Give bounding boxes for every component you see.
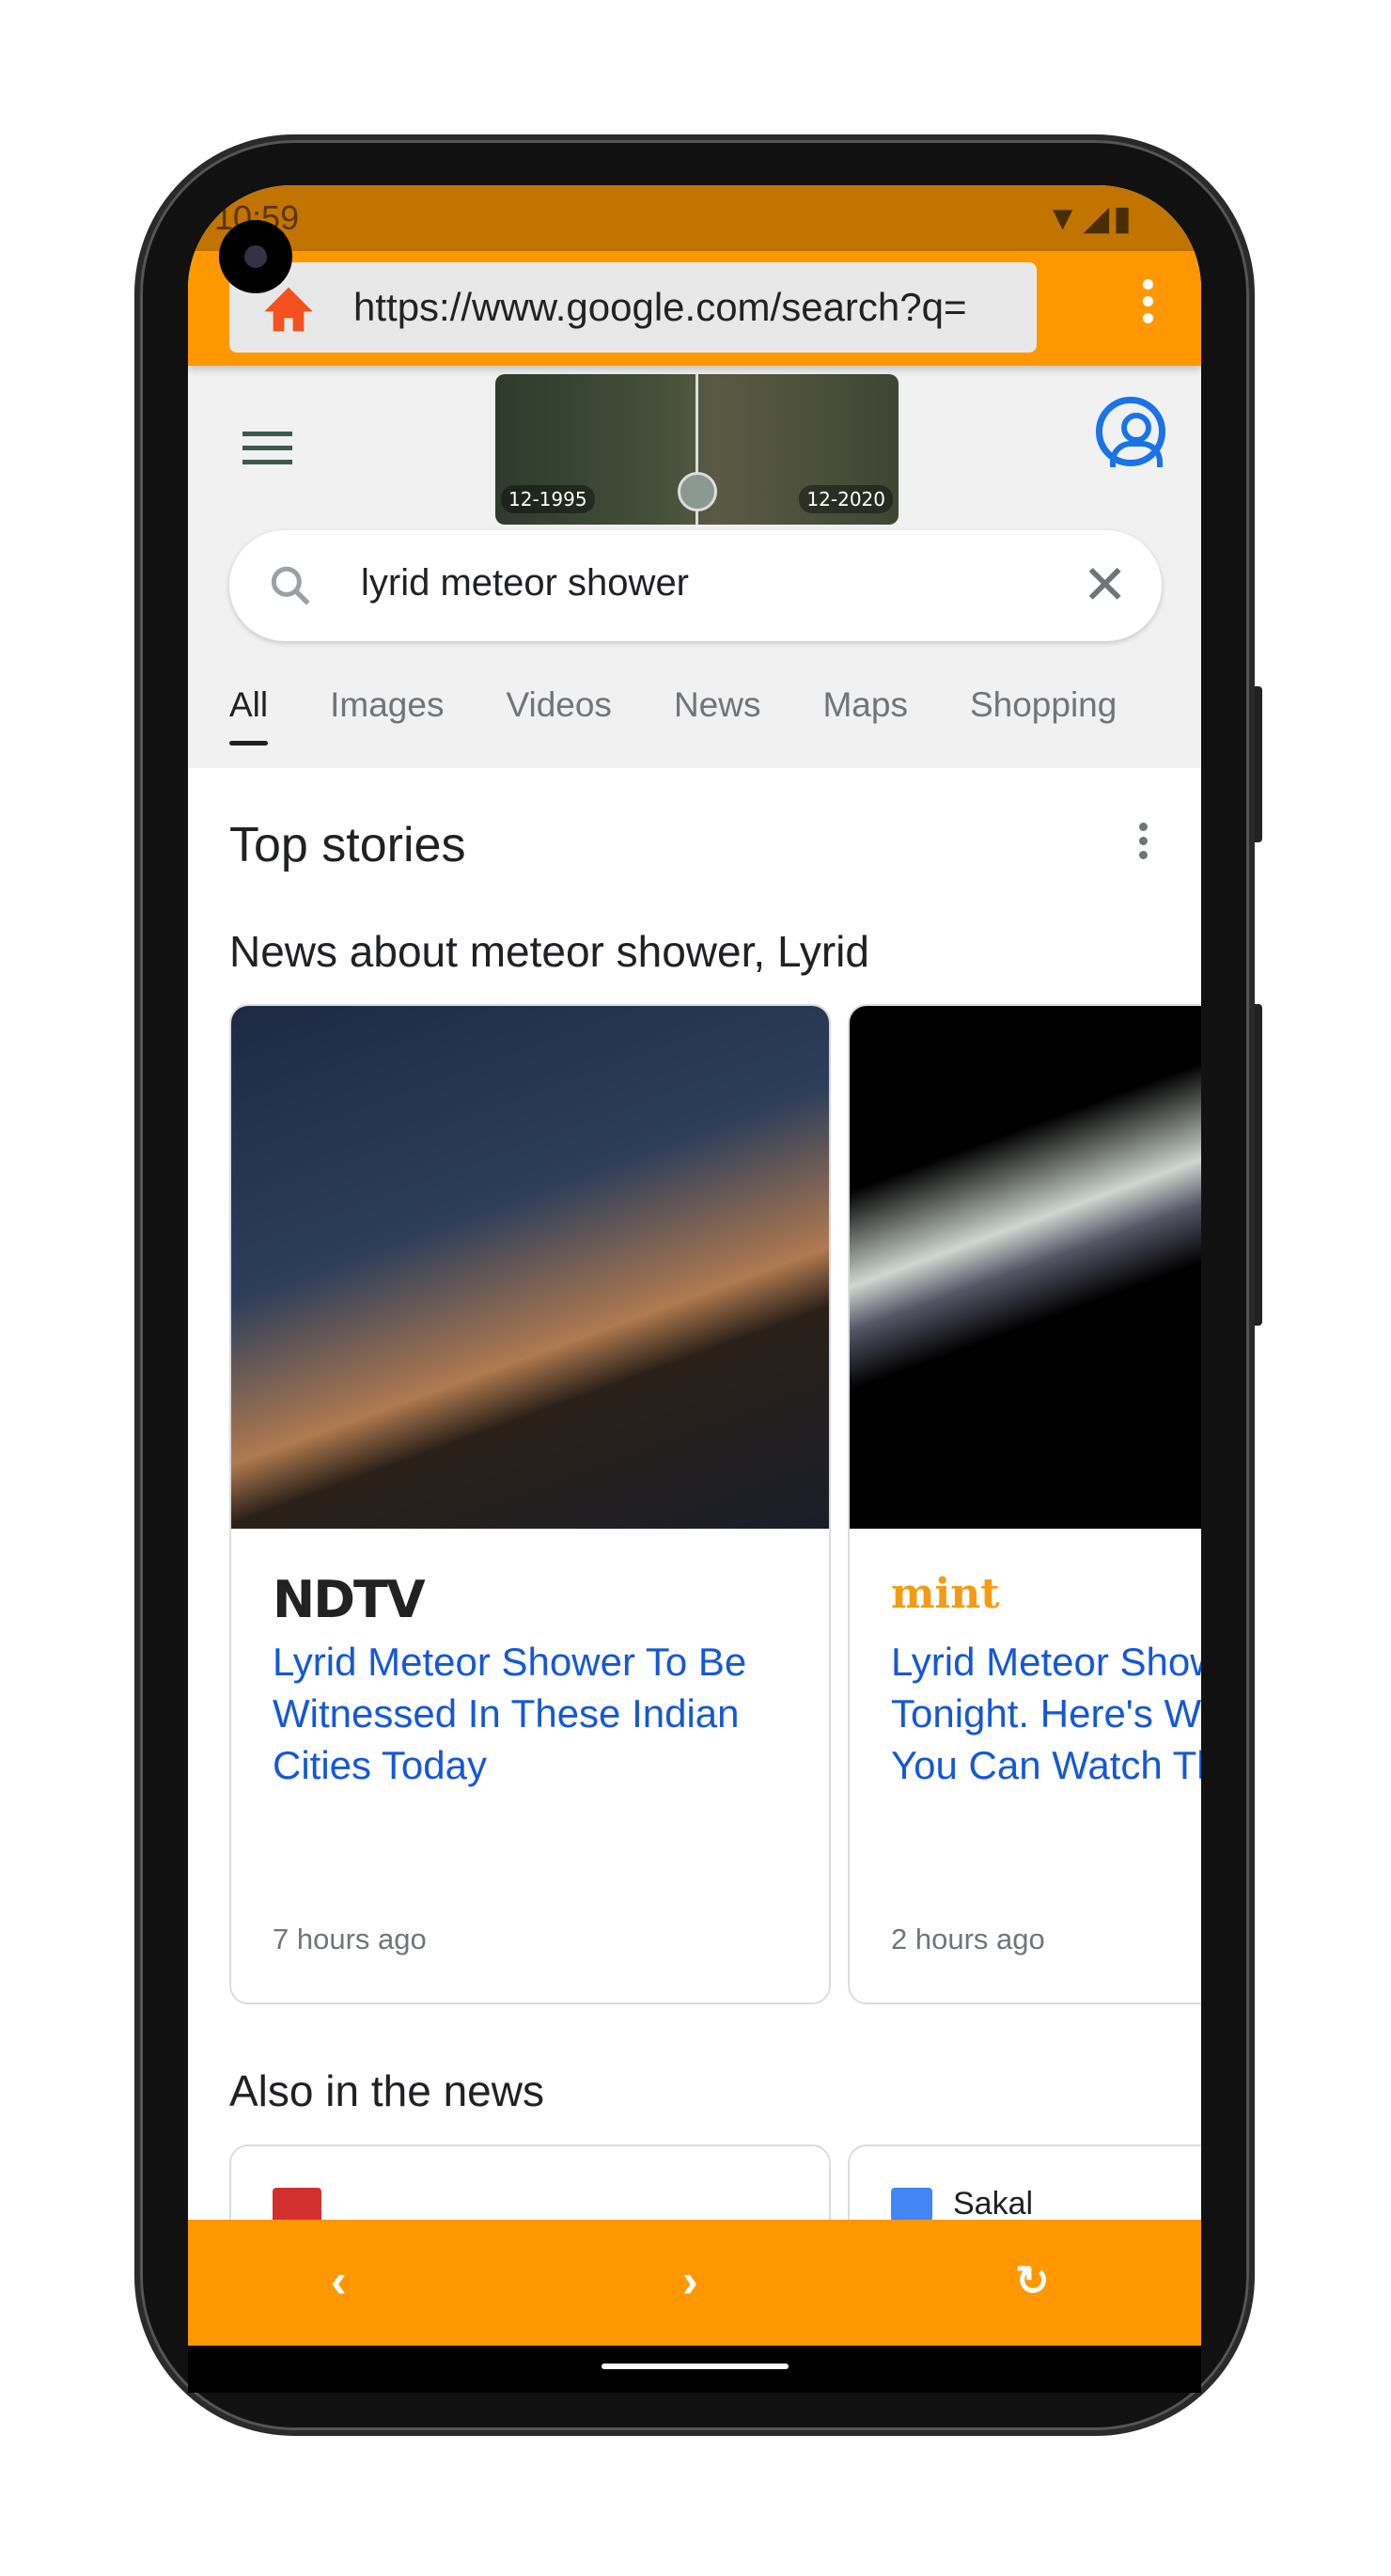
google-doodle[interactable]: 12-1995 12-2020 (495, 374, 899, 525)
search-icon (271, 566, 310, 605)
tab-news[interactable]: News (674, 685, 761, 725)
news-time: 2 hours ago (891, 1923, 1045, 1956)
slider-knob[interactable] (678, 472, 717, 511)
screen: 10:59 ▼◢▮ https://www.google.com/search?… (188, 185, 1201, 2346)
nav-bar (188, 2346, 1201, 2393)
doodle-left-label: 12-1995 (501, 485, 595, 513)
news-image (231, 1006, 829, 1529)
news-time: 7 hours ago (273, 1923, 427, 1956)
tab-images[interactable]: Images (330, 685, 444, 725)
more-icon[interactable] (1139, 823, 1149, 865)
also-in-news-heading: Also in the news (229, 2066, 544, 2115)
power-button (1255, 686, 1262, 842)
tab-shopping[interactable]: Shopping (970, 685, 1117, 725)
status-icons: ▼◢▮ (1045, 198, 1135, 237)
more-options-icon[interactable] (1143, 279, 1154, 330)
reload-icon[interactable]: ↻ (1015, 2257, 1050, 2305)
home-icon[interactable] (261, 283, 316, 336)
source-logo-ndtv: NDTV (273, 1570, 426, 1629)
source-name: Sakal (953, 2186, 1034, 2222)
tab-maps[interactable]: Maps (822, 685, 907, 725)
browser-bottom-bar: ‹ › ↻ (188, 2220, 1201, 2346)
search-input[interactable]: lyrid meteor shower (361, 562, 689, 605)
search-box[interactable]: lyrid meteor shower ✕ (229, 530, 1162, 641)
search-tabs: All Images Videos News Maps Shopping (229, 685, 1117, 746)
back-icon[interactable]: ‹ (331, 2254, 347, 2308)
top-stories-heading: Top stories (229, 818, 466, 872)
source-logo-mint: mint (891, 1570, 1000, 1618)
tab-all[interactable]: All (229, 685, 269, 746)
home-indicator[interactable] (602, 2364, 789, 2369)
source-logo-sakal (891, 2188, 932, 2222)
google-header: 12-1995 12-2020 lyrid meteor shower ✕ Al… (188, 366, 1201, 768)
hamburger-menu-icon[interactable] (242, 432, 292, 474)
news-card[interactable]: NDTV Lyrid Meteor Shower To Be Witnessed… (229, 1004, 831, 2004)
news-image (850, 1006, 1201, 1529)
url-text[interactable]: https://www.google.com/search?q= (353, 285, 1025, 330)
news-card[interactable]: mint Lyrid Meteor Shower To Peak Tonight… (848, 1004, 1201, 2004)
news-title[interactable]: Lyrid Meteor Shower To Be Witnessed In T… (273, 1636, 799, 1791)
news-title[interactable]: Lyrid Meteor Shower To Peak Tonight. Her… (891, 1636, 1201, 1791)
clear-icon[interactable]: ✕ (1082, 553, 1128, 617)
status-bar: 10:59 ▼◢▮ (188, 185, 1201, 251)
forward-icon[interactable]: › (682, 2254, 698, 2308)
tab-videos[interactable]: Videos (506, 685, 611, 725)
doodle-right-label: 12-2020 (799, 485, 893, 513)
news-subheading: News about meteor shower, Lyrid (229, 927, 869, 976)
browser-toolbar: https://www.google.com/search?q= (188, 251, 1201, 366)
url-bar[interactable]: https://www.google.com/search?q= (229, 262, 1037, 353)
volume-button (1255, 1004, 1262, 1326)
account-icon[interactable] (1096, 397, 1165, 467)
camera-cutout (219, 220, 292, 293)
